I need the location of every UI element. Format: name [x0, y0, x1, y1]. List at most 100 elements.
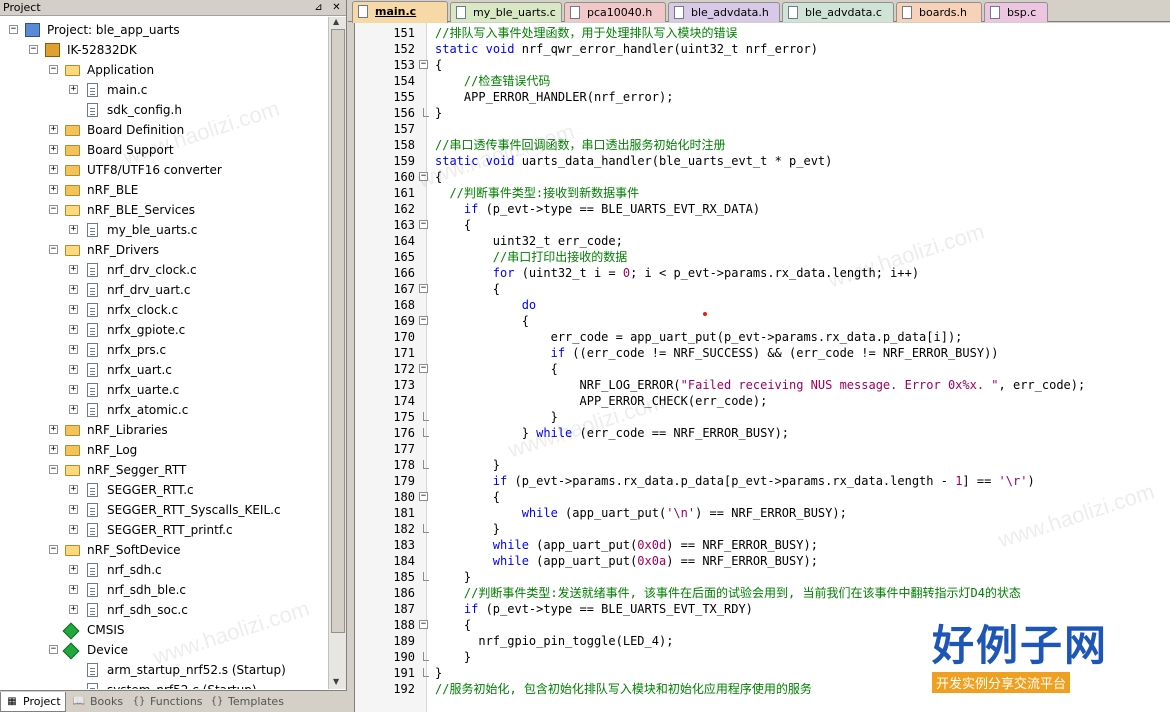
expand-icon[interactable]: + [49, 445, 58, 454]
tree-node[interactable]: − nRF_SoftDevice [0, 540, 328, 560]
collapse-icon[interactable]: − [49, 465, 58, 474]
scroll-up-arrow-icon[interactable]: ▲ [333, 17, 339, 26]
tree-node[interactable]: + SEGGER_RTT.c [0, 480, 328, 500]
tree-node[interactable]: + nrfx_prs.c [0, 340, 328, 360]
bottom-tab-project[interactable]: ▦ Project [0, 692, 66, 712]
tree-node[interactable]: + UTF8/UTF16 converter [0, 160, 328, 180]
code-line[interactable]: //串口打印出接收的数据 [435, 249, 627, 265]
code-line[interactable]: NRF_LOG_ERROR("Failed receiving NUS mess… [435, 377, 1085, 393]
expand-icon[interactable]: + [69, 585, 78, 594]
expand-icon[interactable]: + [69, 85, 78, 94]
code-line[interactable]: } [435, 457, 500, 473]
bottom-tab-functions[interactable]: {} Functions [128, 692, 204, 712]
tree-node[interactable]: + nrf_sdh.c [0, 560, 328, 580]
collapse-icon[interactable]: − [49, 205, 58, 214]
expand-icon[interactable]: + [69, 285, 78, 294]
tree-node[interactable]: − IK-52832DK [0, 40, 328, 60]
tree-node[interactable]: + nrfx_uarte.c [0, 380, 328, 400]
collapse-icon[interactable]: − [29, 45, 38, 54]
expand-icon[interactable]: + [69, 365, 78, 374]
close-icon[interactable]: ✕ [330, 0, 343, 16]
scroll-down-arrow-icon[interactable]: ▼ [333, 677, 339, 686]
code-line[interactable]: if (p_evt->type == BLE_UARTS_EVT_RX_DATA… [435, 201, 760, 217]
tree-node[interactable]: + nRF_BLE [0, 180, 328, 200]
code-line[interactable]: //判断事件类型:发送就绪事件, 该事件在后面的试验会用到, 当前我们在该事件中… [435, 585, 1021, 601]
expand-icon[interactable]: + [69, 605, 78, 614]
code-line[interactable]: { [435, 617, 471, 633]
code-line[interactable]: { [435, 313, 529, 329]
tree-node[interactable]: + my_ble_uarts.c [0, 220, 328, 240]
tree-node[interactable]: − nRF_BLE_Services [0, 200, 328, 220]
code-line[interactable]: if (p_evt->params.rx_data.p_data[p_evt->… [435, 473, 1035, 489]
tree-node[interactable]: + nrfx_atomic.c [0, 400, 328, 420]
tree-node[interactable]: + nRF_Log [0, 440, 328, 460]
expand-icon[interactable]: + [69, 565, 78, 574]
code-line[interactable]: } [435, 409, 558, 425]
expand-icon[interactable]: + [69, 525, 78, 534]
code-line[interactable]: { [435, 361, 558, 377]
code-line[interactable]: err_code = app_uart_put(p_evt->params.rx… [435, 329, 963, 345]
code-line[interactable]: static void nrf_qwr_error_handler(uint32… [435, 41, 818, 57]
tree-node[interactable]: + nrf_drv_uart.c [0, 280, 328, 300]
collapse-icon[interactable]: − [49, 545, 58, 554]
code-view[interactable]: 151 152 153−154 155 156 157 158 159 160−161 162 16… [354, 23, 1170, 712]
editor-tab[interactable]: pca10040.h [564, 2, 666, 22]
expand-icon[interactable]: + [69, 325, 78, 334]
code-line[interactable]: { [435, 217, 471, 233]
expand-icon[interactable]: + [69, 225, 78, 234]
code-line[interactable]: //检查错误代码 [435, 73, 550, 89]
code-line[interactable]: { [435, 281, 500, 297]
expand-icon[interactable]: + [69, 385, 78, 394]
editor-tab[interactable]: my_ble_uarts.c [450, 2, 562, 22]
tree-node[interactable]: − Application [0, 60, 328, 80]
expand-icon[interactable]: + [69, 345, 78, 354]
code-line[interactable]: { [435, 57, 442, 73]
code-line[interactable]: //判断事件类型:接收到新数据事件 [435, 185, 639, 201]
code-line[interactable]: } [435, 521, 500, 537]
expand-icon[interactable]: + [69, 505, 78, 514]
code-line[interactable]: while (app_uart_put(0x0a) == NRF_ERROR_B… [435, 553, 818, 569]
pin-icon[interactable]: ⊿ [312, 0, 325, 16]
tree-node[interactable]: + nrfx_gpiote.c [0, 320, 328, 340]
code-line[interactable]: } [435, 665, 442, 681]
expand-icon[interactable]: + [49, 425, 58, 434]
editor-tab[interactable]: ble_advdata.h [668, 2, 780, 22]
fold-collapse-icon[interactable]: − [419, 364, 428, 373]
code-line[interactable]: //排队写入事件处理函数，用于处理排队写入模块的错误 [435, 25, 737, 41]
tree-node[interactable]: + nrfx_uart.c [0, 360, 328, 380]
code-line[interactable]: APP_ERROR_HANDLER(nrf_error); [435, 89, 674, 105]
code-line[interactable]: while (app_uart_put('\n') == NRF_ERROR_B… [435, 505, 847, 521]
editor-tab[interactable]: main.c [352, 1, 448, 23]
expand-icon[interactable]: + [69, 405, 78, 414]
tree-node[interactable]: − nRF_Segger_RTT [0, 460, 328, 480]
fold-collapse-icon[interactable]: − [419, 620, 428, 629]
expand-icon[interactable]: + [69, 485, 78, 494]
code-line[interactable]: nrf_gpio_pin_toggle(LED_4); [435, 633, 673, 649]
expand-icon[interactable]: + [69, 265, 78, 274]
code-line[interactable]: do [435, 297, 536, 313]
collapse-icon[interactable]: − [9, 25, 18, 34]
scrollbar-thumb[interactable] [331, 29, 345, 633]
collapse-icon[interactable]: − [49, 245, 58, 254]
code-line[interactable]: if ((err_code != NRF_SUCCESS) && (err_co… [435, 345, 999, 361]
editor-tab[interactable]: ble_advdata.c [782, 2, 894, 22]
tree-node[interactable]: system_nrf52.c (Startup) [0, 680, 328, 689]
code-line[interactable]: { [435, 489, 500, 505]
tree-node[interactable]: + nrf_sdh_ble.c [0, 580, 328, 600]
bottom-tab-books[interactable]: 📖 Books [68, 692, 126, 712]
fold-collapse-icon[interactable]: − [419, 220, 428, 229]
collapse-icon[interactable]: − [49, 65, 58, 74]
code-line[interactable]: } [435, 649, 471, 665]
expand-icon[interactable]: + [49, 185, 58, 194]
tree-node[interactable]: + nrf_drv_clock.c [0, 260, 328, 280]
code-line[interactable]: } [435, 569, 471, 585]
code-line[interactable]: uint32_t err_code; [435, 233, 623, 249]
project-tree-scrollbar[interactable]: ▲ ▼ [328, 17, 346, 689]
tree-node[interactable]: + SEGGER_RTT_printf.c [0, 520, 328, 540]
expand-icon[interactable]: + [49, 125, 58, 134]
editor-tab[interactable]: boards.h [896, 2, 982, 22]
tree-node[interactable]: + main.c [0, 80, 328, 100]
expand-icon[interactable]: + [49, 165, 58, 174]
fold-collapse-icon[interactable]: − [419, 492, 428, 501]
editor-tab[interactable]: bsp.c [984, 2, 1048, 22]
